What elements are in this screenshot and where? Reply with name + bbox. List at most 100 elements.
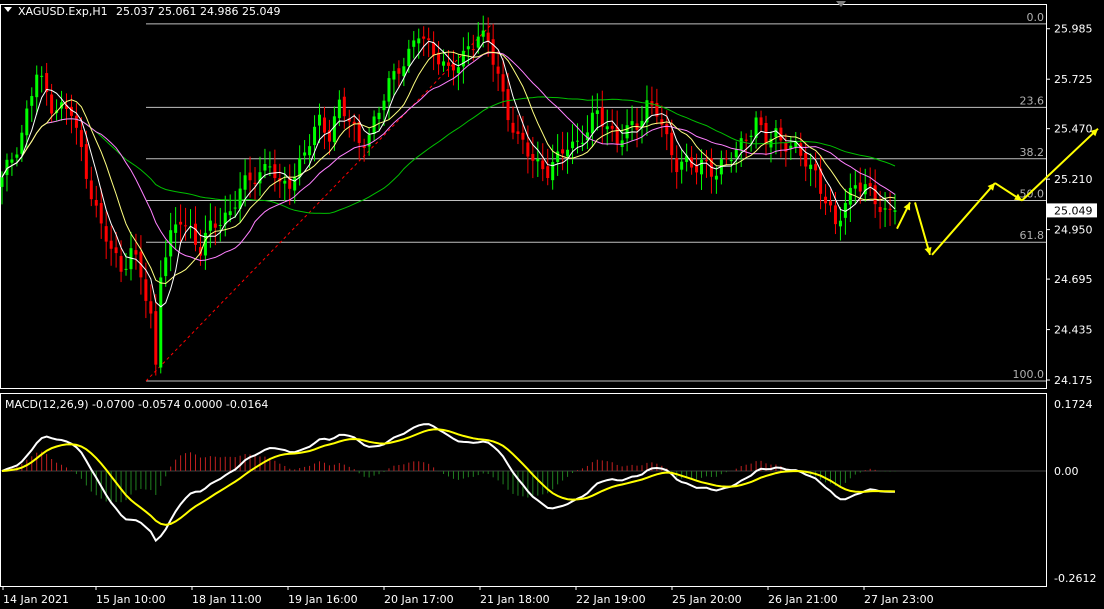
candle-body — [764, 123, 768, 145]
macd-tick-label: 0.1724 — [1054, 398, 1093, 411]
candle-body — [665, 123, 669, 135]
candle-body — [858, 182, 862, 192]
candle-body — [114, 247, 118, 254]
candle-body — [322, 117, 326, 133]
candle-body — [546, 166, 550, 179]
candle-body — [164, 257, 168, 277]
candle-body — [744, 139, 748, 141]
candle-body — [293, 176, 297, 191]
candle-body — [739, 138, 743, 150]
candle-body — [387, 78, 391, 102]
macd-panel-border — [0, 393, 1047, 587]
candle-body — [575, 140, 579, 142]
candle-body — [833, 205, 837, 225]
candle-body — [253, 182, 257, 185]
candle-body — [571, 141, 575, 149]
candle-body — [466, 46, 470, 50]
candle-body — [531, 154, 535, 161]
candle-body — [680, 161, 684, 170]
candle-body — [759, 117, 763, 126]
candle-body — [566, 149, 570, 157]
fibonacci-retracement[interactable]: 0.023.638.250.061.8100.0 — [145, 11, 1046, 382]
candle-body — [243, 175, 247, 190]
price-tick-label: 25.470 — [1054, 123, 1093, 136]
candle-body — [357, 121, 361, 143]
projection-segment — [931, 182, 996, 256]
candle-body — [40, 75, 44, 77]
candle-body — [516, 131, 520, 134]
candle-body — [496, 66, 500, 74]
macd-tick-label: -0.2612 — [1054, 572, 1096, 585]
macd-tick-label: 0.00 — [1054, 465, 1079, 478]
candle-body — [873, 185, 877, 205]
menu-triangle-icon — [4, 7, 12, 12]
candle-body — [35, 74, 39, 98]
candle-body — [412, 40, 416, 47]
candle-body — [154, 311, 158, 365]
candle-body — [104, 226, 108, 242]
candle-body — [69, 106, 73, 116]
candle-body — [610, 125, 614, 129]
candle-body — [580, 142, 584, 144]
candle-body — [99, 203, 103, 224]
candle-body — [228, 211, 232, 216]
candle-body — [144, 279, 148, 301]
candle-body — [308, 146, 312, 156]
candle-body — [506, 89, 510, 121]
time-tick-label: 19 Jan 16:00 — [288, 593, 358, 606]
candle-body — [883, 208, 887, 210]
candle-body — [814, 164, 818, 171]
price-tick-label: 24.695 — [1054, 273, 1093, 286]
candle-body — [456, 67, 460, 74]
candle-body — [25, 108, 29, 136]
price-tick-label: 24.175 — [1054, 374, 1093, 387]
candle-body — [422, 36, 426, 39]
candle-body — [704, 160, 708, 162]
price-tick-label: 25.985 — [1054, 23, 1093, 36]
candle-body — [476, 36, 480, 48]
candle-body — [442, 61, 446, 66]
candle-body — [218, 224, 222, 226]
candle-body — [749, 135, 753, 137]
candle-body — [397, 68, 401, 74]
candle-body — [734, 148, 738, 158]
candle-body — [714, 175, 718, 180]
fib-level-label: 38.2 — [1020, 146, 1045, 159]
price-tick-label: 25.725 — [1054, 73, 1093, 86]
candle-body — [268, 166, 272, 168]
candle-body — [233, 207, 237, 209]
fib-level-label: 61.8 — [1020, 229, 1045, 242]
candle-body — [134, 250, 138, 255]
candle-body — [303, 152, 307, 156]
candle-body — [700, 159, 704, 175]
symbol-label: XAGUSD.Exp,H1 — [18, 5, 108, 18]
time-tick-label: 18 Jan 11:00 — [192, 593, 262, 606]
candle-body — [501, 74, 505, 92]
candle-body — [774, 128, 778, 138]
candle-body — [377, 112, 381, 120]
candle-body — [50, 94, 54, 114]
candle-body — [824, 196, 828, 204]
candle-body — [109, 240, 113, 249]
price-tick-label: 24.950 — [1054, 224, 1093, 237]
candle-body — [79, 130, 83, 148]
candle-body — [149, 301, 153, 314]
time-tick-label: 27 Jan 23:00 — [864, 593, 934, 606]
time-tick-label: 26 Jan 21:00 — [768, 593, 838, 606]
candle-body — [342, 96, 346, 117]
candle-body — [848, 187, 852, 205]
fib-trend-line — [145, 23, 493, 382]
candle-body — [471, 49, 475, 51]
price-tick-label: 24.435 — [1054, 324, 1093, 337]
candle-body — [382, 100, 386, 111]
candle-body — [799, 143, 803, 156]
candle-body — [595, 110, 599, 115]
fib-level-label: 100.0 — [1013, 368, 1045, 381]
candle-body — [888, 208, 892, 210]
candle-body — [94, 199, 98, 206]
candle-body — [630, 121, 634, 125]
ohlc-values: 25.037 25.061 24.986 25.049 — [116, 5, 280, 18]
ma-mid-line — [1, 52, 896, 262]
candle-body — [263, 164, 267, 171]
chart-canvas: 0.023.638.250.061.8100.0 25.98525.72525.… — [0, 1, 1099, 606]
